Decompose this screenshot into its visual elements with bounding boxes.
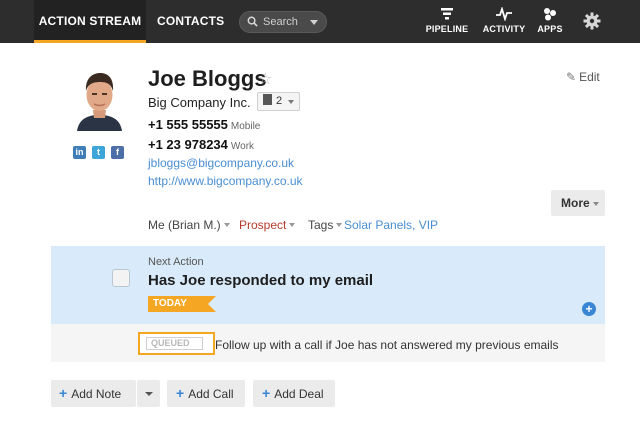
star-icon[interactable]: ☆	[258, 69, 272, 89]
chevron-down-icon	[336, 223, 343, 227]
next-action-label: Next Action	[148, 256, 204, 268]
phone-work[interactable]: +1 23 978234 Work	[148, 137, 254, 152]
top-nav: ACTION STREAM CONTACTS Search PIPELINE A…	[0, 0, 640, 43]
tab-contacts[interactable]: CONTACTS	[157, 0, 224, 43]
add-note-button[interactable]: + Add Note	[51, 380, 136, 407]
nav-apps-label: APPS	[537, 24, 563, 34]
add-note-menu-button[interactable]	[137, 380, 160, 407]
edit-button[interactable]: ✎ Edit	[566, 70, 600, 84]
more-label: More	[561, 196, 590, 210]
owner-dropdown[interactable]: Me (Brian M.)	[148, 218, 230, 232]
chevron-down-icon[interactable]	[310, 20, 318, 25]
chevron-down-icon	[593, 202, 599, 206]
pencil-icon: ✎	[566, 70, 577, 84]
tags-dropdown[interactable]: Tags	[308, 218, 343, 232]
add-deal-label: Add Deal	[274, 387, 324, 401]
activity-icon	[496, 7, 512, 21]
search-input[interactable]: Search	[239, 11, 327, 33]
chevron-down-icon	[223, 223, 230, 227]
add-deal-button[interactable]: + Add Deal	[253, 380, 335, 407]
add-call-button[interactable]: + Add Call	[167, 380, 245, 407]
today-badge: TODAY	[148, 296, 216, 312]
chevron-down-icon	[288, 100, 294, 104]
apps-icon	[544, 8, 556, 21]
plus-icon: +	[262, 385, 271, 401]
search-icon	[247, 16, 258, 27]
nav-pipeline-label: PIPELINE	[425, 24, 469, 34]
next-action-checkbox[interactable]	[112, 269, 130, 287]
linkedin-icon[interactable]: in	[73, 146, 86, 159]
phone-mobile[interactable]: +1 555 55555 Mobile	[148, 117, 260, 132]
queued-badge: QUEUED	[146, 337, 203, 350]
plus-icon: +	[59, 385, 68, 401]
company-count-dropdown[interactable]: 2	[257, 92, 300, 111]
edit-label: Edit	[579, 70, 600, 84]
search-placeholder: Search	[263, 16, 298, 28]
tags-label: Tags	[308, 218, 334, 232]
queued-action-text[interactable]: Follow up with a call if Joe has not ans…	[215, 338, 559, 352]
plus-icon: +	[176, 385, 185, 401]
next-action-title[interactable]: Has Joe responded to my email	[148, 272, 373, 289]
status-dropdown[interactable]: Prospect	[239, 218, 296, 232]
tag-list[interactable]: Solar Panels, VIP	[344, 218, 438, 232]
nav-settings[interactable]	[582, 12, 602, 30]
nav-apps[interactable]: APPS	[536, 7, 564, 34]
add-action-icon[interactable]: +	[582, 302, 596, 316]
status-label: Prospect	[239, 218, 287, 232]
contact-name: Joe Bloggs	[148, 66, 267, 91]
chevron-down-icon	[145, 392, 153, 396]
phone-type: Work	[230, 141, 255, 152]
company-name[interactable]: Big Company Inc.	[148, 95, 251, 110]
more-button[interactable]: More	[551, 190, 605, 216]
website-link[interactable]: http://www.bigcompany.co.uk	[148, 174, 303, 188]
email-link[interactable]: jbloggs@bigcompany.co.uk	[148, 156, 294, 170]
avatar	[73, 66, 126, 131]
pipeline-icon	[441, 8, 453, 20]
next-action-panel: Next Action Has Joe responded to my emai…	[51, 246, 605, 324]
queued-badge-box[interactable]: QUEUED	[138, 332, 215, 355]
queued-action-row: QUEUED Follow up with a call if Joe has …	[51, 324, 605, 362]
add-note-label: Add Note	[71, 387, 122, 401]
building-icon	[263, 94, 272, 105]
nav-activity[interactable]: ACTIVITY	[482, 7, 526, 34]
phone-type: Mobile	[230, 121, 261, 132]
chevron-down-icon	[289, 223, 296, 227]
nav-pipeline[interactable]: PIPELINE	[425, 7, 469, 34]
tab-action-stream[interactable]: ACTION STREAM	[34, 0, 146, 43]
nav-activity-label: ACTIVITY	[482, 24, 526, 34]
phone-number: +1 555 55555	[148, 117, 228, 132]
owner-label: Me (Brian M.)	[148, 218, 221, 232]
facebook-icon[interactable]: f	[111, 146, 124, 159]
add-call-label: Add Call	[188, 387, 234, 401]
gear-icon	[583, 12, 601, 30]
twitter-icon[interactable]: t	[92, 146, 105, 159]
phone-number: +1 23 978234	[148, 137, 228, 152]
company-count: 2	[276, 95, 283, 107]
